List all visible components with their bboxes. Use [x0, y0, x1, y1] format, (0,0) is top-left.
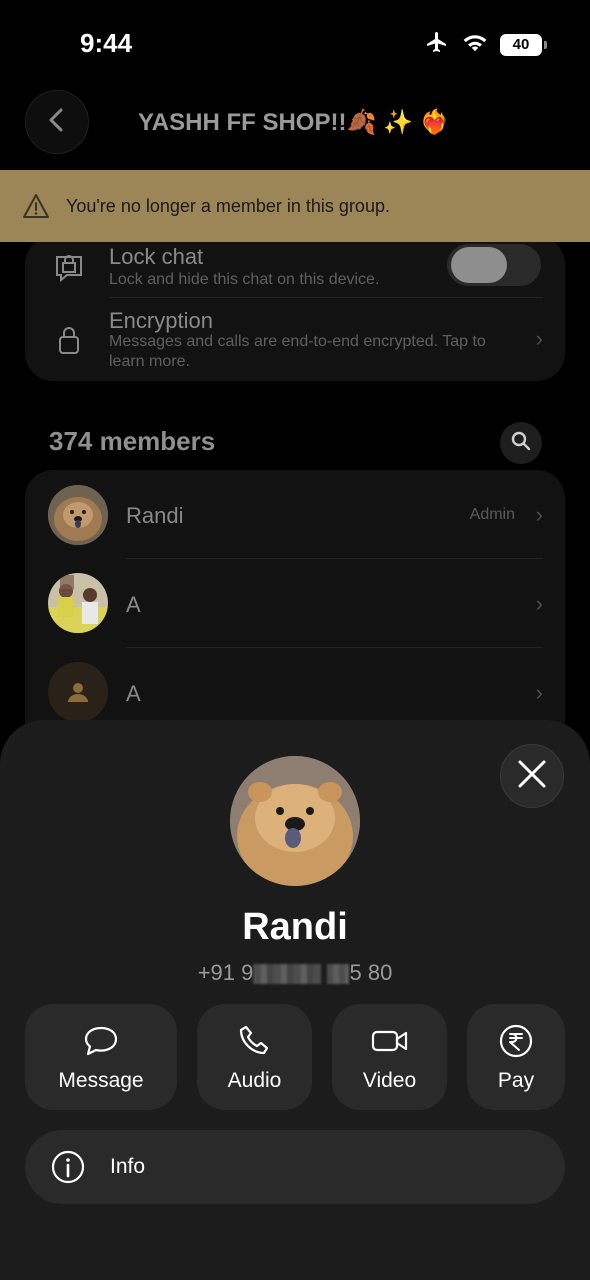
- chat-info-header: YASHH FF SHOP!!🍂 ✨ ❤️‍🔥: [0, 88, 590, 170]
- member-name: A: [126, 592, 141, 617]
- chevron-left-icon: [46, 107, 68, 138]
- encryption-row[interactable]: Encryption Messages and calls are end-to…: [25, 298, 565, 381]
- message-icon: [81, 1021, 121, 1061]
- banner-text: You're no longer a member in this group.: [66, 195, 390, 216]
- member-name: A: [126, 681, 141, 706]
- audio-call-button[interactable]: Audio: [197, 1004, 312, 1110]
- lock-chat-row[interactable]: Lock chat Lock and hide this chat on thi…: [25, 236, 565, 298]
- admin-badge: Admin: [469, 506, 515, 523]
- encryption-subtitle: Messages and calls are end-to-end encryp…: [109, 333, 486, 370]
- avatar: [48, 573, 108, 633]
- group-title: YASHH FF SHOP!!🍂 ✨ ❤️‍🔥: [138, 109, 450, 136]
- video-call-button[interactable]: Video: [332, 1004, 447, 1110]
- member-bottom-sheet: Randi +91 9 5 80 Message Audio Video Pay…: [0, 720, 590, 1280]
- lock-chat-title: Lock chat: [109, 244, 204, 269]
- encryption-title: Encryption: [109, 308, 213, 333]
- airplane-icon: [424, 30, 450, 59]
- video-label: Video: [362, 1069, 417, 1092]
- redacted-digits: [253, 964, 322, 985]
- pay-label: Pay: [497, 1069, 535, 1092]
- close-icon: [517, 759, 547, 794]
- phone-suffix: 5 80: [349, 960, 393, 985]
- close-button[interactable]: [500, 744, 564, 808]
- phone-icon: [235, 1021, 275, 1061]
- member-name: Randi: [126, 503, 184, 528]
- warning-icon: [22, 192, 50, 220]
- message-button[interactable]: Message: [25, 1004, 177, 1110]
- toggle-knob: [451, 247, 507, 283]
- status-time: 9:44: [80, 28, 133, 58]
- message-label: Message: [58, 1069, 144, 1092]
- status-bar: 9:44 40: [0, 0, 590, 88]
- status-icons: 40: [424, 30, 547, 59]
- back-button[interactable]: [25, 90, 89, 154]
- chevron-right-icon: ›: [535, 326, 543, 351]
- info-icon: [50, 1149, 86, 1185]
- info-button[interactable]: Info: [25, 1130, 565, 1204]
- profile-avatar: [230, 756, 360, 886]
- lock-chat-icon: [53, 250, 85, 283]
- avatar: [48, 485, 108, 545]
- pay-button[interactable]: Pay: [467, 1004, 565, 1110]
- chevron-right-icon: ›: [535, 680, 543, 705]
- chevron-right-icon: ›: [535, 502, 543, 527]
- lock-chat-toggle[interactable]: [447, 244, 541, 286]
- profile-name: Randi: [242, 906, 348, 948]
- info-label: Info: [110, 1155, 146, 1178]
- redacted-digits: [327, 964, 350, 985]
- battery-indicator: 40: [500, 33, 547, 56]
- wifi-icon: [462, 31, 488, 58]
- default-avatar-icon: [48, 662, 108, 722]
- rupee-icon: [496, 1021, 536, 1061]
- list-item[interactable]: Randi Admin ›: [25, 470, 565, 559]
- search-members-button[interactable]: [500, 422, 542, 464]
- members-count: 374 members: [49, 426, 216, 456]
- phone-prefix: +91 9: [197, 960, 254, 985]
- chevron-right-icon: ›: [535, 591, 543, 616]
- video-camera-icon: [370, 1021, 410, 1061]
- lock-icon: [53, 324, 85, 356]
- list-item[interactable]: A ›: [25, 559, 565, 648]
- profile-phone: +91 9 5 80: [0, 960, 590, 986]
- audio-label: Audio: [227, 1069, 282, 1092]
- settings-card: Lock chat Lock and hide this chat on thi…: [25, 236, 565, 381]
- membership-banner: You're no longer a member in this group.: [0, 170, 590, 242]
- search-icon: [511, 431, 531, 456]
